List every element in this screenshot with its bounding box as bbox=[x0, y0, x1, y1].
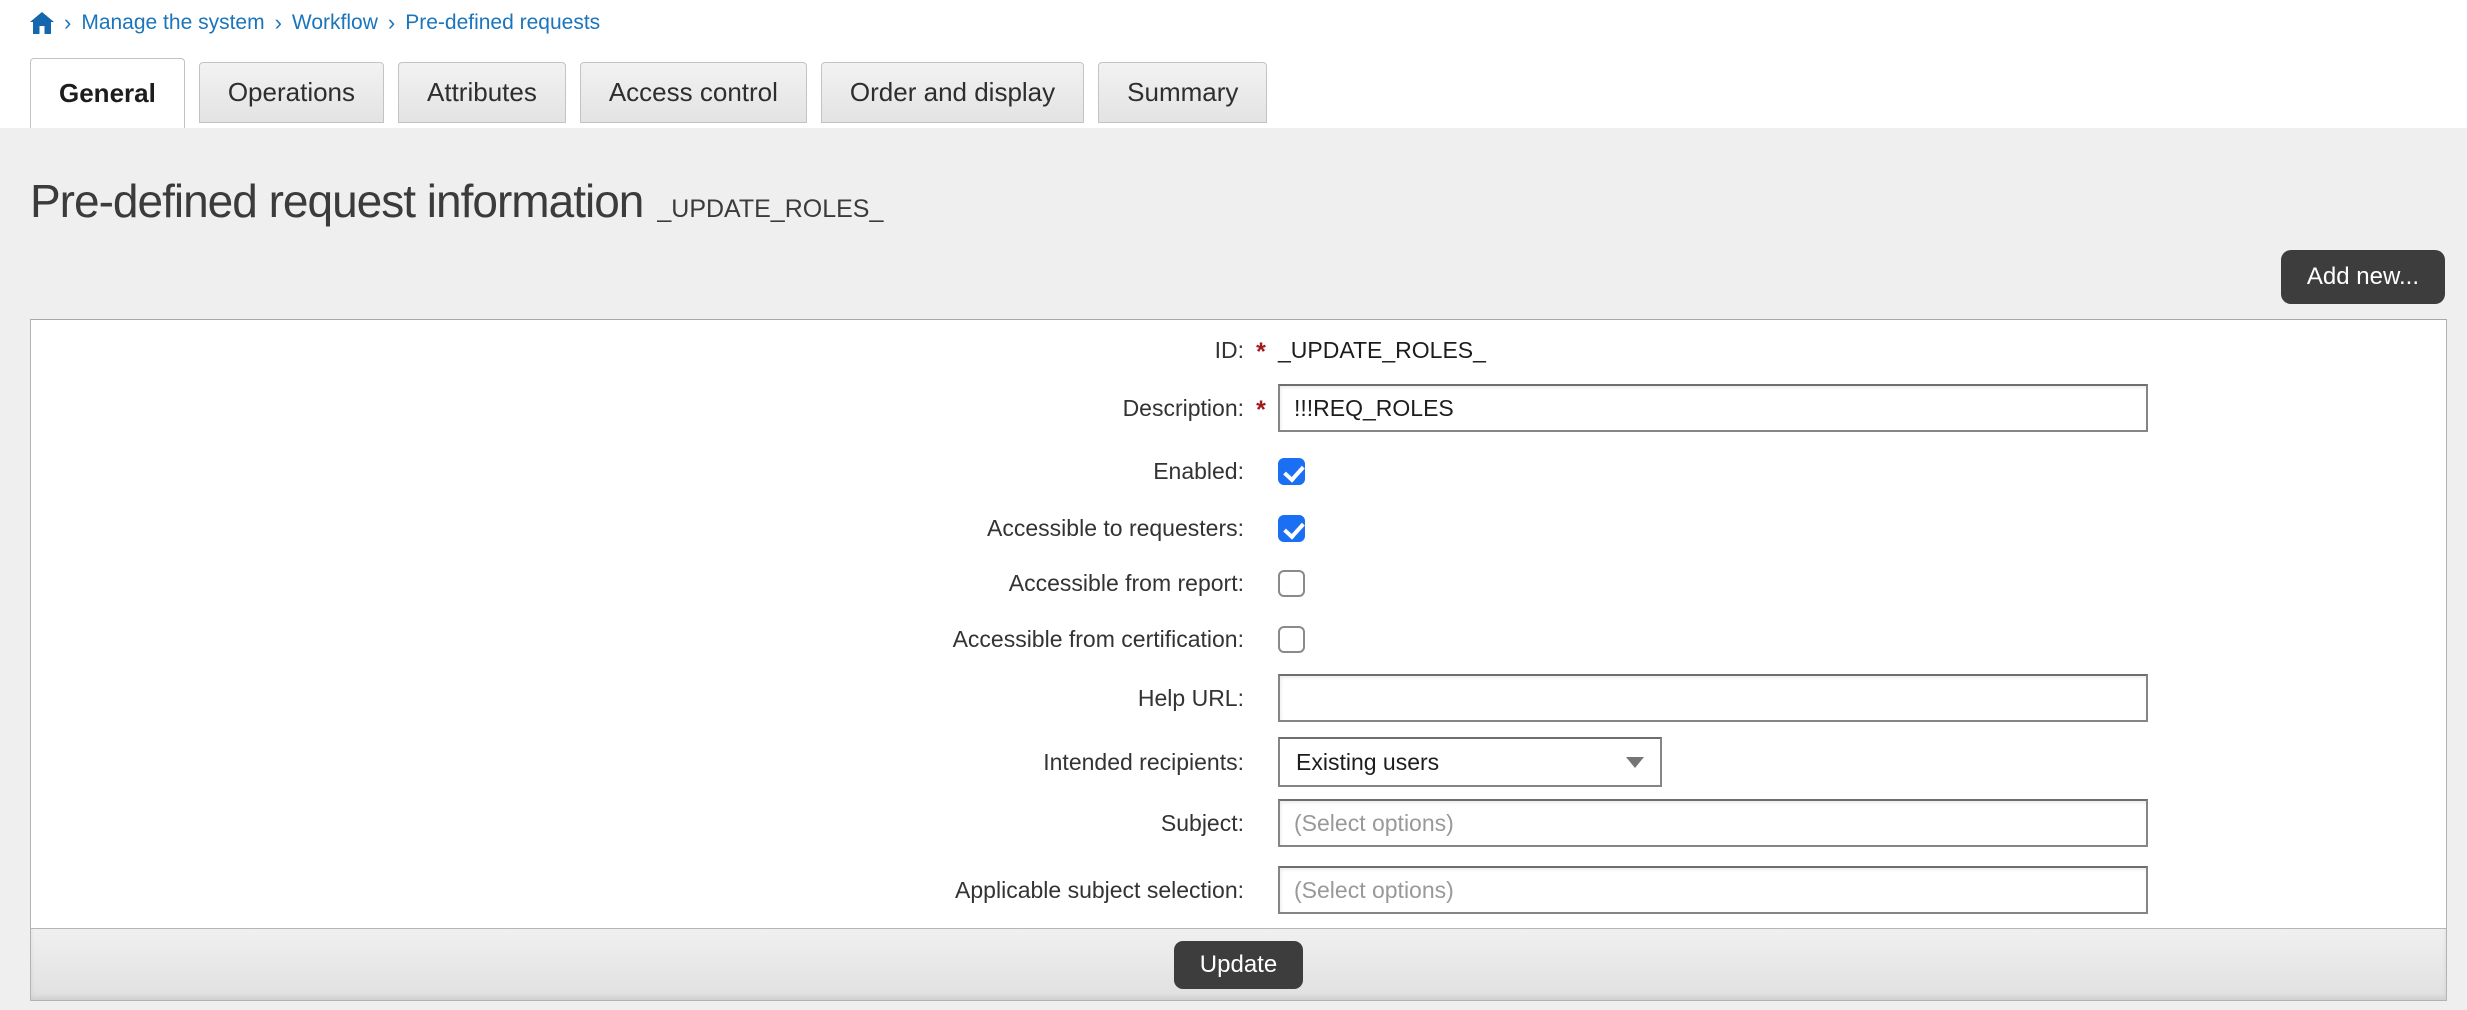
page: › Manage the system › Workflow › Pre-def… bbox=[0, 0, 2467, 1010]
enabled-checkbox[interactable] bbox=[1278, 458, 1305, 485]
accessible-from-report-label: Accessible from report: bbox=[31, 570, 1244, 597]
intended-recipients-label: Intended recipients: bbox=[31, 749, 1244, 776]
form-row-enabled: Enabled: bbox=[31, 456, 2446, 486]
breadcrumb-separator: › bbox=[275, 10, 282, 36]
chevron-down-icon bbox=[1626, 757, 1644, 768]
breadcrumb: › Manage the system › Workflow › Pre-def… bbox=[0, 0, 2467, 36]
title-row: Pre-defined request information _UPDATE_… bbox=[30, 174, 2467, 246]
description-input[interactable] bbox=[1278, 384, 2148, 432]
form-row-subject: Subject: bbox=[31, 797, 2446, 849]
tab-order-and-display[interactable]: Order and display bbox=[821, 62, 1084, 123]
accessible-to-requesters-checkbox[interactable] bbox=[1278, 515, 1305, 542]
add-new-button[interactable]: Add new... bbox=[2281, 250, 2445, 304]
content-area: Pre-defined request information _UPDATE_… bbox=[0, 128, 2467, 1010]
page-subtitle: _UPDATE_ROLES_ bbox=[657, 195, 883, 224]
form-row-intended-recipients: Intended recipients: Existing users bbox=[31, 736, 2446, 788]
header: › Manage the system › Workflow › Pre-def… bbox=[0, 0, 2467, 128]
id-value: _UPDATE_ROLES_ bbox=[1278, 337, 1486, 364]
home-icon[interactable] bbox=[30, 12, 54, 34]
required-marker: * bbox=[1244, 392, 1278, 425]
subject-label: Subject: bbox=[31, 810, 1244, 837]
tab-summary[interactable]: Summary bbox=[1098, 62, 1267, 123]
required-marker-empty bbox=[1244, 526, 1278, 530]
help-url-input[interactable] bbox=[1278, 674, 2148, 722]
required-marker-empty bbox=[1244, 581, 1278, 585]
tab-access-control[interactable]: Access control bbox=[580, 62, 807, 123]
form-row-description: Description: * bbox=[31, 382, 2446, 434]
description-label: Description: bbox=[31, 395, 1244, 422]
update-button[interactable]: Update bbox=[1174, 941, 1303, 989]
form-panel: ID: * _UPDATE_ROLES_ Description: * Enab… bbox=[30, 319, 2447, 1001]
form-row-id: ID: * _UPDATE_ROLES_ bbox=[31, 332, 2446, 368]
id-label: ID: bbox=[31, 337, 1244, 364]
tab-general[interactable]: General bbox=[30, 58, 185, 128]
form-row-help-url: Help URL: bbox=[31, 672, 2446, 724]
required-marker-empty bbox=[1244, 469, 1278, 473]
page-title: Pre-defined request information bbox=[30, 174, 643, 228]
required-marker-empty bbox=[1244, 696, 1278, 700]
panel-footer: Update bbox=[31, 928, 2446, 1000]
breadcrumb-link-workflow[interactable]: Workflow bbox=[292, 11, 378, 35]
intended-recipients-select[interactable]: Existing users bbox=[1278, 737, 1662, 787]
tab-attributes[interactable]: Attributes bbox=[398, 62, 566, 123]
help-url-label: Help URL: bbox=[31, 685, 1244, 712]
accessible-from-report-checkbox[interactable] bbox=[1278, 570, 1305, 597]
breadcrumb-separator: › bbox=[64, 10, 71, 36]
actions-row: Add new... bbox=[0, 250, 2467, 306]
tab-strip: General Operations Attributes Access con… bbox=[30, 58, 2467, 128]
accessible-from-certification-checkbox[interactable] bbox=[1278, 626, 1305, 653]
subject-input[interactable] bbox=[1278, 799, 2148, 847]
breadcrumb-separator: › bbox=[388, 10, 395, 36]
required-marker-empty bbox=[1244, 888, 1278, 892]
form-row-accessible-from-certification: Accessible from certification: bbox=[31, 624, 2446, 654]
required-marker-empty bbox=[1244, 760, 1278, 764]
accessible-to-requesters-label: Accessible to requesters: bbox=[31, 515, 1244, 542]
form-row-accessible-to-requesters: Accessible to requesters: bbox=[31, 513, 2446, 543]
required-marker-empty bbox=[1244, 637, 1278, 641]
breadcrumb-link-pre-defined-requests[interactable]: Pre-defined requests bbox=[405, 11, 600, 35]
applicable-subject-selection-label: Applicable subject selection: bbox=[31, 877, 1244, 904]
required-marker: * bbox=[1244, 334, 1278, 367]
required-marker-empty bbox=[1244, 821, 1278, 825]
tab-operations[interactable]: Operations bbox=[199, 62, 384, 123]
intended-recipients-value: Existing users bbox=[1296, 749, 1439, 776]
enabled-label: Enabled: bbox=[31, 458, 1244, 485]
accessible-from-certification-label: Accessible from certification: bbox=[31, 626, 1244, 653]
form-row-accessible-from-report: Accessible from report: bbox=[31, 568, 2446, 598]
form-row-applicable-subject-selection: Applicable subject selection: bbox=[31, 864, 2446, 916]
breadcrumb-link-manage-the-system[interactable]: Manage the system bbox=[81, 11, 264, 35]
applicable-subject-selection-input[interactable] bbox=[1278, 866, 2148, 914]
